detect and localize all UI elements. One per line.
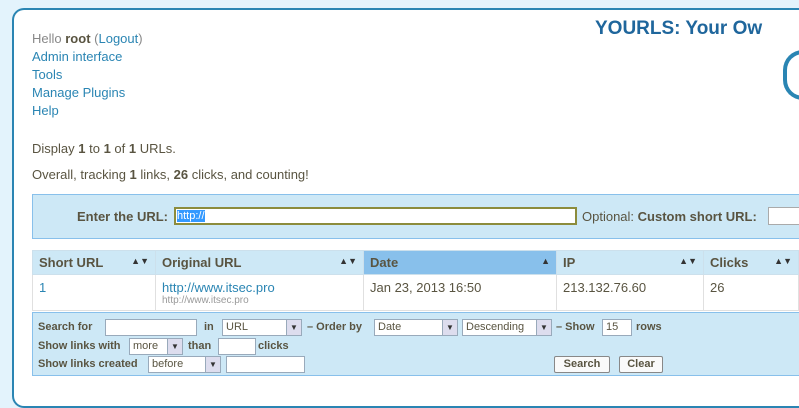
tracking-summary: Overall, tracking 1 links, 26 clicks, an… [32, 167, 309, 182]
than-label: than [188, 340, 212, 352]
help-link[interactable]: Help [32, 102, 143, 120]
search-input[interactable] [105, 319, 197, 336]
admin-interface-link[interactable]: Admin interface [32, 48, 143, 66]
show-label: – Show [556, 321, 595, 333]
rows-input[interactable]: 15 [602, 319, 632, 336]
date-input[interactable] [226, 356, 305, 373]
admin-menu: Hello root (Logout) Admin interface Tool… [32, 30, 143, 120]
ip-cell: 213.132.76.60 [556, 274, 704, 311]
date-cell: Jan 23, 2013 16:50 [363, 274, 557, 311]
clicks-cell: 26 [703, 274, 799, 311]
url-input[interactable]: http:// [174, 207, 577, 225]
manage-plugins-link[interactable]: Manage Plugins [32, 84, 143, 102]
in-label: in [204, 321, 214, 333]
display-summary: Display 1 to 1 of 1 URLs. [32, 141, 176, 156]
custom-short-url-input[interactable] [768, 207, 799, 225]
search-for-label: Search for [38, 321, 93, 333]
chevron-down-icon: ▼ [205, 357, 220, 372]
rows-label: rows [636, 321, 662, 333]
clear-button[interactable]: Clear [619, 356, 663, 373]
search-button[interactable]: Search [554, 356, 610, 373]
tools-link[interactable]: Tools [32, 66, 143, 84]
url-label: Enter the URL: [77, 209, 168, 224]
order-dir-select[interactable]: Descending ▼ [462, 319, 552, 336]
username: root [65, 31, 91, 46]
chevron-down-icon: ▼ [286, 320, 301, 335]
table-row: 1 http://www.itsec.pro http://www.itsec.p… [32, 274, 799, 311]
col-original-url[interactable]: Original URL ▲▼ [155, 250, 364, 275]
clicks-label: clicks [258, 340, 289, 352]
col-date[interactable]: Date ▲ [363, 250, 557, 275]
logout-link[interactable]: Logout [98, 31, 138, 46]
new-url-form: Enter the URL: http:// Optional: Custom … [32, 194, 799, 239]
url-table: Short URL ▲▼ Original URL ▲▼ Date ▲ IP ▲▼ Cl… [32, 250, 799, 311]
sort-icon: ▲▼ [679, 256, 697, 266]
sort-icon: ▲▼ [131, 256, 149, 266]
clicks-input[interactable] [218, 338, 256, 355]
optional-label: Optional: Custom short URL: [582, 209, 757, 224]
order-field-select[interactable]: Date ▼ [374, 319, 458, 336]
col-ip[interactable]: IP ▲▼ [556, 250, 704, 275]
chevron-down-icon: ▼ [536, 320, 551, 335]
links-with-label: Show links with [38, 340, 121, 352]
sort-icon: ▲▼ [339, 256, 357, 266]
sort-asc-icon: ▲ [541, 256, 550, 266]
more-less-select[interactable]: more ▼ [129, 338, 183, 355]
hello-prefix: Hello [32, 31, 62, 46]
short-url-link[interactable]: 1 [39, 280, 46, 295]
sort-icon: ▲▼ [774, 256, 792, 266]
order-by-label: – Order by [307, 321, 363, 333]
search-field-select[interactable]: URL ▼ [222, 319, 302, 336]
hello-line: Hello root (Logout) [32, 31, 143, 46]
chevron-down-icon: ▼ [167, 339, 182, 354]
original-url-link[interactable]: http://www.itsec.pro [162, 280, 275, 295]
app-title: YOURLS: Your Ow [595, 18, 763, 39]
filter-form: Search for in URL ▼ – Order by Date ▼ Desc… [32, 312, 799, 376]
links-created-label: Show links created [38, 358, 138, 370]
before-after-select[interactable]: before ▼ [148, 356, 221, 373]
original-url-sub: http://www.itsec.pro [162, 295, 249, 306]
col-clicks[interactable]: Clicks ▲▼ [703, 250, 799, 275]
chevron-down-icon: ▼ [442, 320, 457, 335]
col-short-url[interactable]: Short URL ▲▼ [32, 250, 156, 275]
